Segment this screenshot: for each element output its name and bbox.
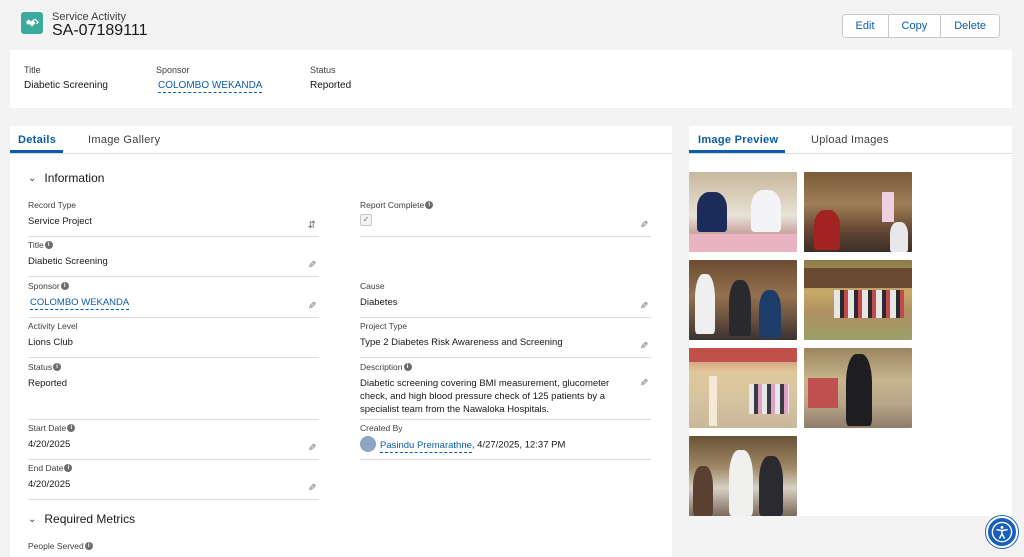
field-cause: Cause Diabetes ✎ [360,281,651,318]
info-icon[interactable]: i [84,542,93,550]
delete-button[interactable]: Delete [941,15,999,37]
activity-level-value: Lions Club [28,337,73,348]
field-activity-level: Activity Level Lions Club [28,321,319,358]
info-icon[interactable]: i [60,282,69,290]
active-tab-indicator [10,150,63,153]
details-tabs: Details Image Gallery [10,126,672,154]
edit-description-pencil-icon[interactable]: ✎ [640,378,648,389]
sponsor-field-link[interactable]: COLOMBO WEKANDA [30,297,130,310]
handshake-icon [21,12,43,34]
field-created-by: Created By Pasindu Premarathne, 4/27/202… [360,423,651,460]
description-label: Description i [360,362,412,372]
record-title: SA-07189111 [52,22,148,39]
start-date-label: Start Date i [28,423,76,433]
section-required-metrics[interactable]: ⌄ Required Metrics [28,512,135,526]
start-date-value: 4/20/2025 [28,439,71,450]
image-tabs: Image Preview Upload Images [689,126,1012,154]
info-icon[interactable]: i [53,363,62,371]
edit-start-date-pencil-icon[interactable]: ✎ [308,443,316,454]
edit-title-pencil-icon[interactable]: ✎ [308,260,316,271]
title-label: Title i [28,240,53,250]
edit-end-date-pencil-icon[interactable]: ✎ [308,483,316,494]
field-title: Title i Diabetic Screening ✎ [28,240,319,277]
info-icon[interactable]: i [44,241,53,249]
record-type-label: Record Type [28,200,77,210]
field-start-date: Start Date i 4/20/2025 ✎ [28,423,319,460]
field-description: Description i Diabetic screening covering… [360,362,651,420]
edit-sponsor-pencil-icon[interactable]: ✎ [308,301,316,312]
image-preview-card: Image Preview Upload Images [689,126,1012,516]
details-card: Details Image Gallery ⌄ Information Reco… [10,126,672,557]
active-tab-indicator [689,150,785,153]
description-value: Diabetic screening covering BMI measurem… [360,378,610,415]
highlight-title-value: Diabetic Screening [24,80,108,91]
tab-image-preview[interactable]: Image Preview [698,134,778,146]
cause-label: Cause [360,281,385,291]
photo-thumbnail-7[interactable] [689,436,797,516]
chevron-down-icon: ⌄ [28,172,37,184]
highlight-status-label: Status [310,65,336,75]
created-by-user-link[interactable]: Pasindu Premarathne [380,439,472,453]
field-status: Status i Reported [28,362,319,420]
highlight-status-value: Reported [310,80,352,91]
highlight-title-label: Title [24,65,41,75]
field-project-type: Project Type Type 2 Diabetes Risk Awaren… [360,321,651,358]
tab-image-gallery[interactable]: Image Gallery [88,134,160,146]
record-header: Service Activity SA-07189111 Edit Copy D… [10,0,1012,108]
info-icon[interactable]: i [67,424,76,432]
chevron-down-icon: ⌄ [28,513,37,525]
field-sponsor: Sponsor i COLOMBO WEKANDA ✎ [28,281,319,318]
project-type-label: Project Type [360,321,408,331]
project-type-value: Type 2 Diabetes Risk Awareness and Scree… [360,337,563,348]
created-by-value: Pasindu Premarathne, 4/27/2025, 12:37 PM [360,436,566,453]
section-required-metrics-title: Required Metrics [44,512,136,526]
tab-upload-images[interactable]: Upload Images [811,134,889,146]
record-type-value: Service Project [28,216,92,227]
end-date-value: 4/20/2025 [28,479,71,490]
accessibility-button[interactable] [986,516,1018,548]
edit-cause-pencil-icon[interactable]: ✎ [640,301,648,312]
section-information-title: Information [44,171,105,185]
section-information[interactable]: ⌄ Information [28,171,104,185]
photo-thumbnail-4[interactable] [804,260,912,340]
title-value: Diabetic Screening [28,256,108,267]
status-label: Status i [28,362,62,372]
created-by-date: , 4/27/2025, 12:37 PM [471,439,566,451]
edit-button[interactable]: Edit [842,15,889,37]
info-icon[interactable]: i [425,201,434,209]
copy-button[interactable]: Copy [888,15,942,37]
activity-level-label: Activity Level [28,321,78,331]
status-value: Reported [28,378,68,389]
photo-thumbnail-1[interactable] [689,172,797,252]
sponsor-label: Sponsor i [28,281,69,291]
info-icon[interactable]: i [64,464,73,472]
field-report-complete: Report Complete i ✓ ✎ [360,200,651,237]
header-title-bar: Service Activity SA-07189111 Edit Copy D… [10,0,1012,50]
change-record-type-icon[interactable]: ⇵ [308,220,316,231]
sponsor-link[interactable]: COLOMBO WEKANDA [158,80,263,93]
end-date-label: End Date i [28,463,73,473]
record-actions: Edit Copy Delete [841,14,1000,38]
photo-thumbnail-5[interactable] [689,348,797,428]
field-end-date: End Date i 4/20/2025 ✎ [28,463,319,500]
highlight-sponsor-label: Sponsor [156,65,190,75]
sponsor-value: COLOMBO WEKANDA [30,296,130,310]
edit-report-complete-pencil-icon[interactable]: ✎ [640,220,648,231]
photo-thumbnail-6[interactable] [804,348,912,428]
field-record-type: Record Type Service Project ⇵ [28,200,319,237]
info-icon[interactable]: i [403,363,412,371]
accessibility-icon [991,521,1013,543]
tab-details[interactable]: Details [18,134,56,146]
user-avatar-icon [360,436,376,452]
report-complete-checkbox: ✓ [360,214,372,226]
report-complete-label: Report Complete i [360,200,434,210]
edit-project-type-pencil-icon[interactable]: ✎ [640,341,648,352]
cause-value: Diabetes [360,297,398,308]
highlight-sponsor-link[interactable]: COLOMBO WEKANDA [158,80,263,93]
created-by-label: Created By [360,423,403,433]
photo-thumbnail-2[interactable] [804,172,912,252]
people-served-label: People Served i [28,541,93,551]
photo-thumbnail-3[interactable] [689,260,797,340]
